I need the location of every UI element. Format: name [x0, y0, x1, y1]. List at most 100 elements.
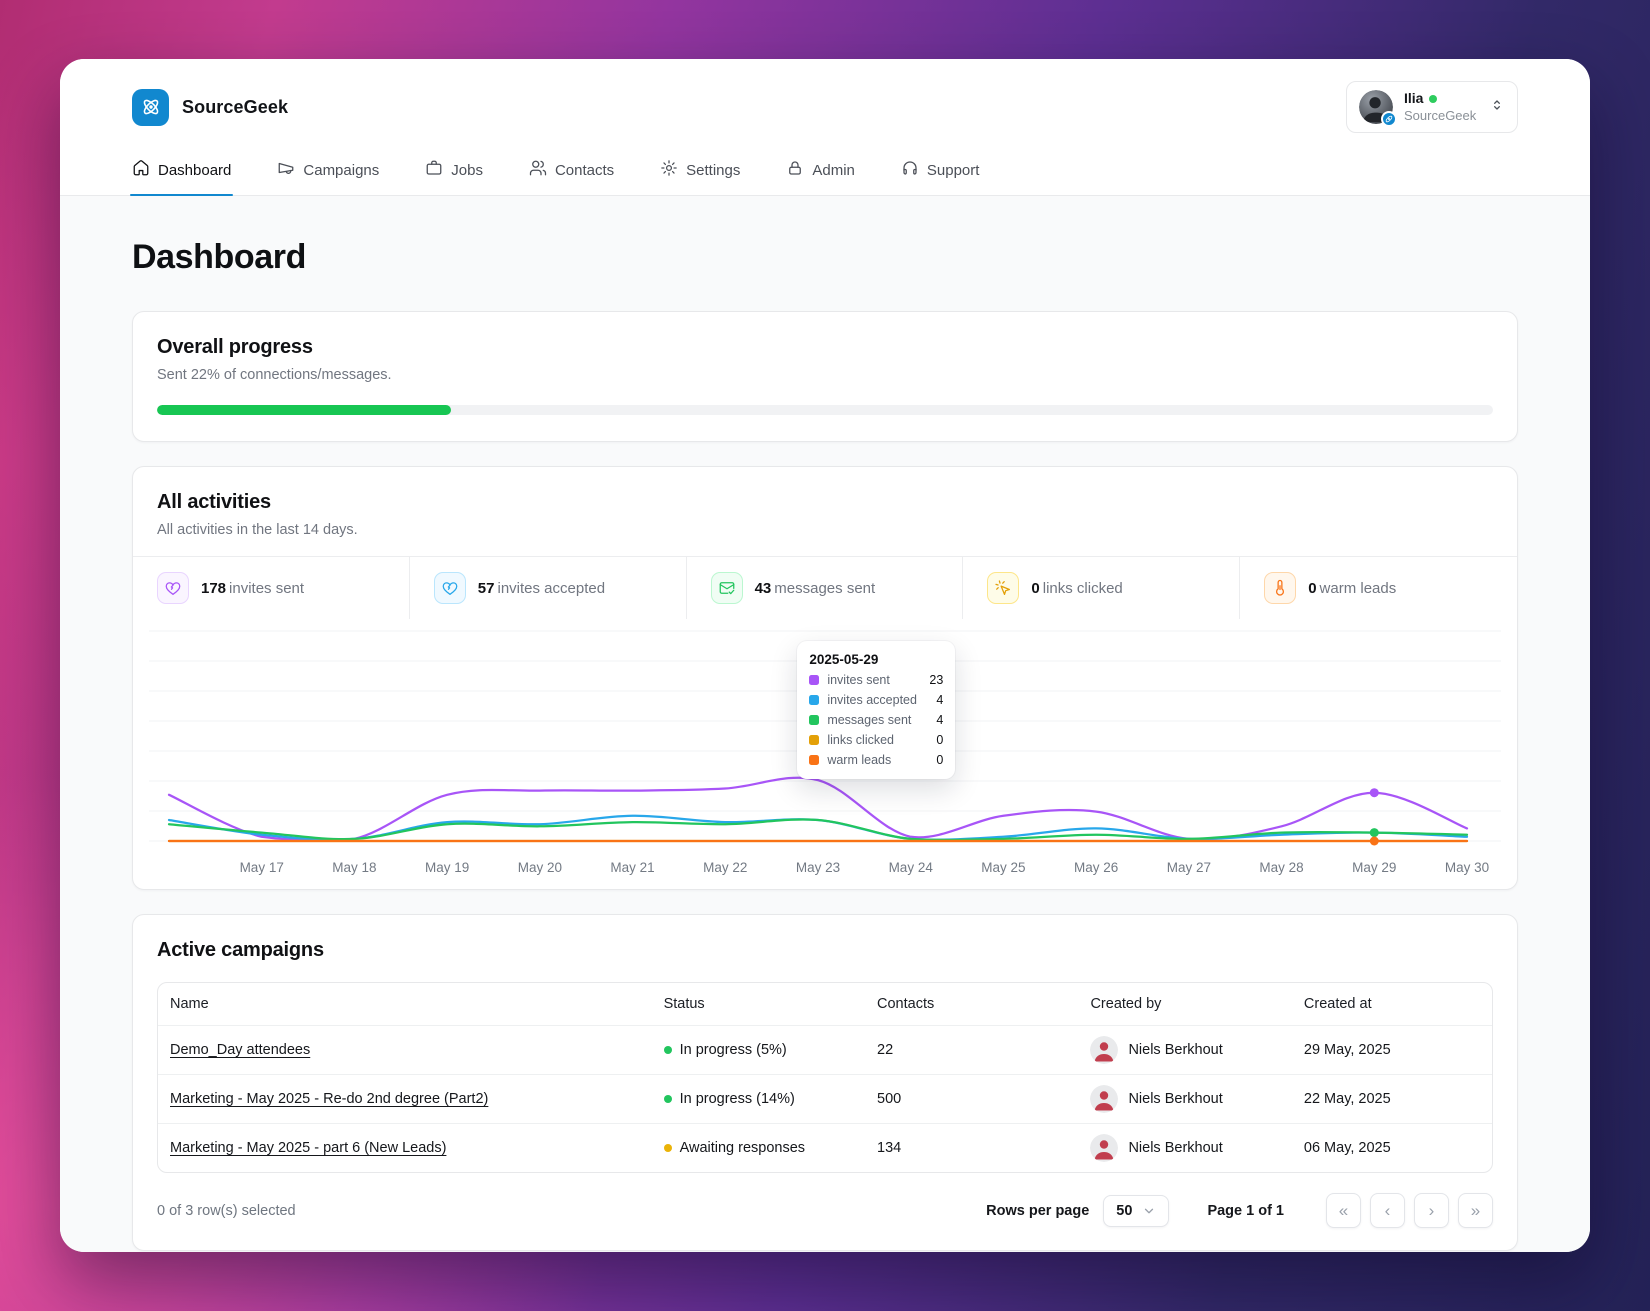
user-menu[interactable]: Ilia SourceGeek [1346, 81, 1518, 133]
pagination-controls: « ‹ › » [1326, 1193, 1493, 1228]
creator-avatar [1090, 1134, 1119, 1162]
nav-item-label: Admin [812, 161, 855, 179]
all-activities-card: All activities All activities in the las… [132, 466, 1518, 890]
column-header-name: Name [170, 996, 209, 1012]
last-page-button[interactable]: » [1458, 1193, 1493, 1228]
svg-text:May 28: May 28 [1259, 860, 1303, 875]
contacts-cell: 500 [877, 1091, 902, 1107]
nav-item-label: Campaigns [303, 161, 380, 179]
prev-page-button[interactable]: ‹ [1370, 1193, 1405, 1228]
status-dot [663, 1095, 672, 1103]
campaign-link[interactable]: Marketing - May 2025 - Re-do 2nd degree … [170, 1091, 488, 1107]
stat-messages-sent: 43 messages sent [687, 557, 964, 619]
nav-item-label: Settings [686, 161, 741, 179]
svg-text:May 18: May 18 [332, 860, 376, 875]
table-row[interactable]: Marketing - May 2025 - part 6 (New Leads… [158, 1124, 1492, 1172]
created-at-cell: 22 May, 2025 [1303, 1091, 1391, 1107]
nav-item-label: Dashboard [158, 161, 232, 179]
svg-text:May 24: May 24 [889, 860, 934, 875]
contacts-cell: 22 [877, 1042, 894, 1058]
gear-icon [660, 159, 678, 181]
stat-links-clicked: 0 links clicked [963, 557, 1241, 619]
thermometer-icon [1264, 572, 1297, 604]
svg-text:May 23: May 23 [796, 860, 840, 875]
stat-invites-accepted: 57 invites accepted [410, 557, 687, 619]
nav-item-dashboard[interactable]: Dashboard [129, 159, 234, 196]
avatar-org-badge-icon [1381, 111, 1397, 127]
created-by-cell: Niels Berkhout [1078, 1124, 1291, 1172]
nav-item-support[interactable]: Support [901, 159, 980, 195]
column-header-created-at: Created at [1303, 996, 1372, 1012]
active-campaigns-card: Active campaigns Name Status Contacts Creat… [132, 914, 1518, 1251]
svg-text:May 20: May 20 [518, 860, 562, 875]
activity-stats-row: 178 invites sent 57 invites accepted 43 messa… [133, 556, 1517, 619]
brand[interactable]: SourceGeek [132, 88, 288, 126]
status-cell: In progress (14%) [652, 1081, 865, 1117]
mail-check-icon [710, 572, 743, 604]
app-window: SourceGeek Ilia SourceGeek Dashboard Cam… [60, 59, 1590, 1252]
svg-text:May 25: May 25 [981, 860, 1025, 875]
click-icon [987, 572, 1020, 604]
page-title: Dashboard [132, 238, 306, 276]
svg-text:May 19: May 19 [425, 860, 469, 875]
stat-invites-sent: 178 invites sent [133, 557, 410, 619]
column-header-status: Status [663, 996, 705, 1012]
created-by-cell: Niels Berkhout [1078, 1026, 1291, 1074]
users-icon [529, 159, 547, 181]
nav-item-jobs[interactable]: Jobs [425, 159, 483, 195]
overall-progress-subtitle: Sent 22% of connections/messages. [157, 367, 392, 383]
sourcegeek-logo-icon [132, 88, 169, 126]
creator-avatar [1090, 1036, 1119, 1064]
chart-tooltip: 2025-05-29 invites sent 23 invites accepte… [797, 641, 956, 779]
stat-warm-leads: 0 warm leads [1240, 557, 1517, 619]
table-row[interactable]: Demo_Day attendees In progress (5%) 22 Niel… [158, 1026, 1492, 1075]
status-dot [663, 1046, 672, 1054]
svg-text:May 27: May 27 [1167, 860, 1211, 875]
nav-item-campaigns[interactable]: Campaigns [277, 159, 379, 195]
user-name: Ilia [1404, 90, 1424, 107]
stat-text: 178 invites sent [201, 579, 305, 597]
megaphone-icon [277, 159, 295, 181]
rows-per-page-value: 50 [1116, 1202, 1133, 1219]
creator-avatar [1090, 1085, 1119, 1113]
briefcase-icon [425, 159, 443, 181]
table-row[interactable]: Marketing - May 2025 - Re-do 2nd degree … [158, 1075, 1492, 1124]
all-activities-title: All activities [157, 491, 271, 513]
svg-text:May 26: May 26 [1074, 860, 1118, 875]
table-header-row: Name Status Contacts Created by Created at [158, 983, 1492, 1026]
main-nav: Dashboard Campaigns Jobs Contacts Settings Ad… [129, 159, 1518, 196]
page-content: Dashboard Overall progress Sent 22% of c… [60, 196, 1590, 1252]
tooltip-row: invites accepted 4 [809, 693, 943, 707]
stat-text: 0 warm leads [1308, 579, 1397, 597]
nav-item-admin[interactable]: Admin [786, 159, 855, 195]
nav-item-contacts[interactable]: Contacts [529, 159, 614, 195]
stat-text: 0 links clicked [1031, 579, 1123, 597]
nav-item-label: Support [926, 161, 980, 179]
nav-item-label: Jobs [451, 161, 483, 179]
first-page-button[interactable]: « [1326, 1193, 1361, 1228]
campaign-link[interactable]: Demo_Day attendees [170, 1042, 310, 1058]
svg-text:May 22: May 22 [703, 860, 747, 875]
rows-per-page-label: Rows per page [986, 1202, 1090, 1219]
nav-item-label: Contacts [554, 161, 615, 179]
campaign-link[interactable]: Marketing - May 2025 - part 6 (New Leads… [170, 1140, 446, 1156]
activity-chart[interactable]: May 17 May 18 May 19 May 20 May 21 May 22 May … [133, 619, 1517, 889]
home-icon [132, 159, 150, 181]
created-at-cell: 06 May, 2025 [1303, 1140, 1391, 1156]
tooltip-date: 2025-05-29 [809, 652, 879, 667]
contacts-cell: 134 [877, 1140, 902, 1156]
lock-icon [786, 159, 804, 181]
tooltip-row: links clicked 0 [809, 733, 943, 747]
tooltip-row: invites sent 23 [809, 673, 943, 687]
nav-item-settings[interactable]: Settings [660, 159, 740, 195]
headset-icon [901, 159, 919, 181]
tooltip-row: messages sent 4 [809, 713, 943, 727]
svg-text:May 21: May 21 [610, 860, 654, 875]
app-header: SourceGeek Ilia SourceGeek Dashboard Cam… [60, 59, 1590, 196]
user-avatar [1359, 90, 1397, 127]
stat-text: 43 messages sent [754, 579, 876, 597]
tooltip-row: warm leads 0 [809, 753, 943, 767]
rows-per-page-select[interactable]: 50 [1103, 1194, 1170, 1227]
heart-handshake-icon [433, 572, 466, 604]
next-page-button[interactable]: › [1414, 1193, 1449, 1228]
